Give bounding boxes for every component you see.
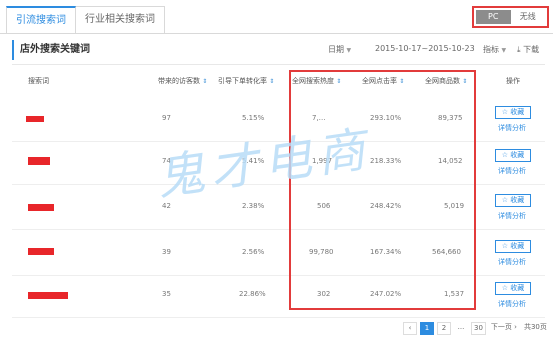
cell-conversion: 2.56% (242, 248, 265, 256)
cell-conversion: 2.38% (242, 202, 265, 210)
favorite-button[interactable]: ☆ 收藏 (495, 106, 531, 119)
cell-visitors: 35 (162, 290, 171, 298)
next-page-button[interactable]: 下一页 › (488, 322, 519, 335)
device-wireless-button[interactable]: 无线 (510, 10, 545, 24)
page-button-2[interactable]: 2 (437, 322, 451, 335)
col-header-visitors-label: 带来的访客数 (158, 77, 200, 85)
tab-traffic-keywords[interactable]: 引流搜索词 (6, 6, 76, 34)
date-label: 日期 (328, 45, 344, 54)
download-label: 下载 (523, 45, 540, 54)
download-icon: ⤓ (517, 45, 521, 54)
favorite-button[interactable]: ☆ 收藏 (495, 282, 531, 295)
page-button-1[interactable]: 1 (420, 322, 434, 335)
tab-industry-keywords[interactable]: 行业相关搜索词 (76, 6, 165, 34)
col-header-visitors[interactable]: 带来的访客数 ⇕ (158, 76, 207, 86)
col-header-action: 操作 (506, 76, 520, 86)
section-header: 店外搜索关键词 日期 ▼ 2015-10-17~2015-10-23 指标 ▼ … (0, 40, 553, 62)
cell-conversion: 5.15% (242, 114, 265, 122)
chevron-down-icon: ▼ (346, 47, 352, 54)
redacted-keyword (28, 204, 54, 211)
metric-label: 指标 (483, 45, 499, 54)
col-header-conversion-label: 引导下单转化率 (218, 77, 267, 85)
col-header-action-label: 操作 (506, 77, 520, 85)
device-toggle: PC 无线 (472, 6, 549, 28)
detail-analysis-link[interactable]: 详情分析 (498, 123, 526, 133)
section-title: 店外搜索关键词 (12, 40, 90, 60)
metric-dropdown[interactable]: 指标 ▼ (483, 44, 506, 55)
highlight-annotation-box (289, 70, 476, 310)
col-header-keyword-label: 搜索词 (28, 77, 49, 85)
page-button-30[interactable]: 30 (471, 322, 486, 335)
redacted-keyword (28, 292, 68, 299)
header-divider (12, 64, 545, 65)
redacted-keyword (28, 248, 54, 255)
detail-analysis-link[interactable]: 详情分析 (498, 166, 526, 176)
prev-page-button[interactable]: ‹ (403, 322, 417, 335)
date-dropdown[interactable]: 日期 ▼ (328, 44, 351, 55)
device-pc-button[interactable]: PC (476, 10, 511, 24)
redacted-keyword (26, 116, 44, 122)
total-pages: 共30页 (521, 322, 549, 335)
page-ellipsis: ... (454, 322, 468, 335)
pagination: ‹ 1 2 ... 30 下一页 › 共30页 (403, 322, 552, 335)
favorite-button[interactable]: ☆ 收藏 (495, 149, 531, 162)
redacted-keyword (28, 157, 50, 165)
cell-conversion: 22.86% (239, 290, 266, 298)
col-header-keyword: 搜索词 (28, 76, 49, 86)
chevron-down-icon: ▼ (501, 47, 507, 54)
download-button[interactable]: ⤓ 下载 (517, 44, 539, 55)
detail-analysis-link[interactable]: 详情分析 (498, 211, 526, 221)
favorite-button[interactable]: ☆ 收藏 (495, 240, 531, 253)
sort-icon: ⇕ (269, 78, 275, 85)
detail-analysis-link[interactable]: 详情分析 (498, 299, 526, 309)
cell-visitors: 39 (162, 248, 171, 256)
cell-visitors: 97 (162, 114, 171, 122)
col-header-conversion[interactable]: 引导下单转化率 ⇕ (218, 76, 274, 86)
favorite-button[interactable]: ☆ 收藏 (495, 194, 531, 207)
tab-bar: 引流搜索词 行业相关搜索词 (6, 6, 165, 34)
date-range-text: 2015-10-17~2015-10-23 (375, 44, 475, 53)
detail-analysis-link[interactable]: 详情分析 (498, 257, 526, 267)
sort-icon: ⇕ (202, 78, 208, 85)
tab-divider (0, 33, 553, 34)
